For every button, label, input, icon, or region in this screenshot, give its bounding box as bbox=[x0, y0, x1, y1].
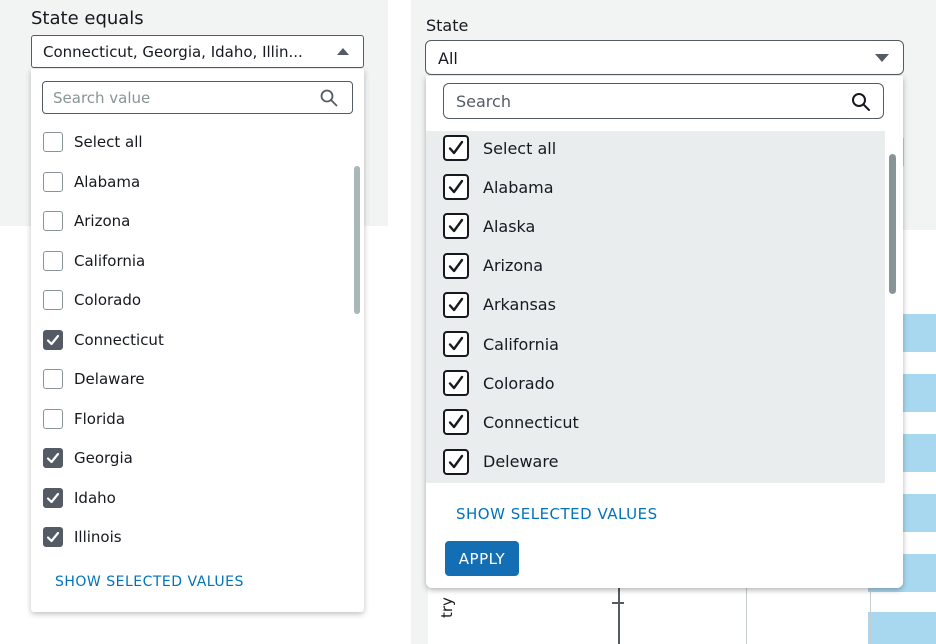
checkbox-icon[interactable] bbox=[43, 211, 63, 231]
checkbox-checked-icon[interactable] bbox=[43, 448, 63, 468]
left-option-item[interactable]: Select all bbox=[43, 130, 143, 154]
left-search-box[interactable] bbox=[42, 81, 353, 114]
checkbox-icon[interactable] bbox=[43, 250, 63, 271]
left-state-select[interactable]: Connecticut, Georgia, Idaho, Illin... bbox=[31, 35, 364, 68]
chart-axis-line bbox=[618, 588, 620, 644]
left-filter-title: State equals bbox=[31, 8, 144, 29]
right-search-input[interactable] bbox=[454, 91, 818, 112]
checkbox-checked-icon[interactable] bbox=[443, 252, 469, 279]
left-option-label: Select all bbox=[74, 133, 143, 151]
right-option-label: Alabama bbox=[483, 177, 554, 197]
right-dropdown: Select all Alabama Alaska Arizona Arkansas Ca… bbox=[426, 76, 903, 588]
left-search-input[interactable] bbox=[51, 88, 305, 108]
left-option-item[interactable]: Arizona bbox=[43, 209, 130, 233]
left-option-item[interactable]: Connecticut bbox=[43, 328, 164, 352]
left-show-selected-link[interactable]: SHOW SELECTED VALUES bbox=[55, 574, 244, 590]
checkbox-checked-icon[interactable] bbox=[443, 213, 469, 240]
right-option-label: California bbox=[483, 334, 559, 354]
checkbox-checked-icon[interactable] bbox=[443, 331, 469, 357]
right-option-item[interactable]: Deleware bbox=[443, 448, 558, 476]
left-option-label: Idaho bbox=[74, 488, 116, 507]
right-option-label: Alaska bbox=[483, 216, 536, 236]
left-scrollbar[interactable] bbox=[354, 166, 360, 314]
search-icon bbox=[852, 93, 870, 111]
left-option-label: California bbox=[74, 251, 146, 270]
chart-gridline bbox=[746, 588, 747, 644]
checkbox-checked-icon[interactable] bbox=[443, 174, 469, 201]
left-option-label: Arizona bbox=[74, 212, 131, 230]
right-option-item[interactable]: Arizona bbox=[443, 252, 543, 280]
right-show-selected-link[interactable]: SHOW SELECTED VALUES bbox=[456, 505, 658, 523]
left-option-label: Georgia bbox=[74, 449, 133, 467]
caret-up-icon[interactable] bbox=[337, 48, 349, 55]
right-options-list: Select all Alabama Alaska Arizona Arkansas Ca… bbox=[426, 131, 885, 483]
left-option-item[interactable]: Colorado bbox=[43, 288, 141, 312]
chart-axis-label-fragment: try bbox=[438, 597, 456, 618]
left-option-label: Connecticut bbox=[74, 330, 164, 349]
right-option-item[interactable]: California bbox=[443, 330, 559, 358]
checkbox-icon[interactable] bbox=[43, 408, 63, 429]
left-option-item[interactable]: Delaware bbox=[43, 367, 145, 391]
checkbox-icon[interactable] bbox=[43, 369, 63, 389]
left-option-label: Delaware bbox=[74, 370, 145, 388]
checkbox-icon[interactable] bbox=[43, 171, 63, 192]
chart-axis-tick bbox=[612, 602, 624, 604]
left-option-item[interactable]: California bbox=[43, 249, 145, 273]
left-option-item[interactable]: Florida bbox=[43, 407, 125, 431]
right-state-select[interactable]: All bbox=[425, 40, 904, 75]
left-option-label: Colorado bbox=[74, 291, 142, 309]
checkbox-checked-icon[interactable] bbox=[443, 448, 469, 475]
right-selected-value: All bbox=[438, 49, 458, 68]
right-option-item[interactable]: Alabama bbox=[443, 173, 554, 201]
checkbox-icon[interactable] bbox=[43, 290, 63, 310]
checkbox-checked-icon[interactable] bbox=[443, 370, 469, 397]
left-dropdown: Select all Alabama Arizona California Colora… bbox=[31, 69, 364, 612]
right-option-label: Deleware bbox=[483, 452, 559, 472]
left-option-label: Illinois bbox=[74, 528, 122, 546]
left-option-label: Florida bbox=[74, 409, 126, 428]
search-icon bbox=[320, 89, 338, 107]
right-option-label: Arizona bbox=[483, 256, 544, 276]
right-option-label: Arkansas bbox=[483, 295, 556, 315]
apply-button[interactable]: APPLY bbox=[445, 541, 519, 576]
right-option-label: Colorado bbox=[483, 373, 555, 393]
left-option-item[interactable]: Alabama bbox=[43, 170, 140, 194]
checkbox-checked-icon[interactable] bbox=[443, 291, 469, 318]
checkbox-checked-icon[interactable] bbox=[443, 409, 469, 436]
left-option-item[interactable]: Idaho bbox=[43, 486, 116, 510]
chart-bar bbox=[868, 612, 936, 644]
right-option-item[interactable]: Select all bbox=[443, 134, 556, 162]
right-option-label: Select all bbox=[483, 138, 557, 158]
checkbox-checked-icon[interactable] bbox=[43, 329, 63, 350]
left-option-item[interactable]: Illinois bbox=[43, 525, 122, 549]
right-option-item[interactable]: Arkansas bbox=[443, 291, 556, 319]
checkbox-checked-icon[interactable] bbox=[443, 135, 469, 161]
chart-gridline bbox=[870, 588, 871, 644]
right-option-item[interactable]: Connecticut bbox=[443, 408, 579, 436]
left-selected-values: Connecticut, Georgia, Idaho, Illin... bbox=[43, 43, 303, 61]
left-option-item[interactable]: Georgia bbox=[43, 446, 133, 470]
right-option-item[interactable]: Alaska bbox=[443, 212, 535, 240]
caret-down-icon[interactable] bbox=[875, 54, 889, 62]
checkbox-checked-icon[interactable] bbox=[43, 527, 63, 547]
right-option-label: Connecticut bbox=[483, 412, 579, 432]
checkbox-icon[interactable] bbox=[43, 132, 63, 152]
right-option-item[interactable]: Colorado bbox=[443, 369, 555, 397]
left-option-label: Alabama bbox=[74, 172, 141, 191]
right-scrollbar[interactable] bbox=[889, 154, 896, 294]
right-filter-title: State bbox=[426, 16, 469, 35]
checkbox-checked-icon[interactable] bbox=[43, 487, 63, 508]
right-search-box[interactable] bbox=[443, 83, 884, 119]
